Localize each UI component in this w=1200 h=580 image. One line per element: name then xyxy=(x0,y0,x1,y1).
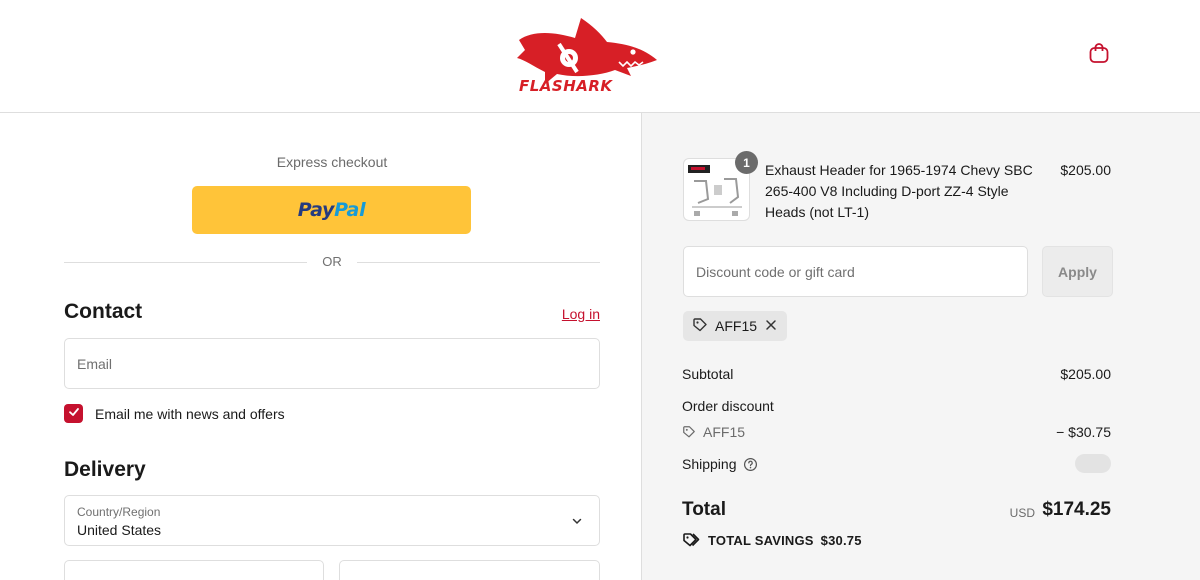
subtotal-value: $205.00 xyxy=(1060,366,1111,382)
total-label: Total xyxy=(682,499,726,520)
subtotal-label: Subtotal xyxy=(682,366,734,382)
email-placeholder: Email xyxy=(77,356,113,372)
applied-discount-chip: AFF15 xyxy=(683,311,788,341)
country-label: Country/Region xyxy=(77,505,161,519)
discount-placeholder: Discount code or gift card xyxy=(696,264,855,280)
total-currency: USD xyxy=(1009,506,1035,520)
quantity-badge: 1 xyxy=(735,151,758,174)
discount-value: − $30.75 xyxy=(1056,424,1111,440)
discount-code-label: AFF15 xyxy=(703,424,746,440)
total-savings: TOTAL SAVINGS $30.75 xyxy=(682,532,862,548)
product-price: $205.00 xyxy=(1060,162,1111,178)
contact-heading: Contact xyxy=(64,300,143,323)
savings-tag-icon xyxy=(682,532,700,548)
shopping-bag-icon xyxy=(1088,42,1110,69)
shipping-row: Shipping xyxy=(682,456,758,472)
product-title: Exhaust Header for 1965-1974 Chevy SBC 2… xyxy=(765,162,1033,220)
newsletter-label: Email me with news and offers xyxy=(95,405,285,422)
newsletter-checkbox[interactable] xyxy=(64,404,83,423)
savings-label: TOTAL SAVINGS xyxy=(708,532,814,548)
express-checkout-label: Express checkout xyxy=(276,154,388,170)
total-value: $174.25 xyxy=(1042,499,1111,520)
email-field[interactable]: Email xyxy=(64,338,600,389)
applied-code: AFF15 xyxy=(715,318,758,334)
checkmark-icon xyxy=(68,405,80,423)
cart-button[interactable] xyxy=(1086,42,1112,68)
site-header: FLASHARK xyxy=(0,0,1200,113)
order-summary: 1 Exhaust Header for 1965-1974 Chevy SBC… xyxy=(641,113,1200,580)
or-divider: OR xyxy=(64,253,600,271)
delivery-heading: Delivery xyxy=(64,458,146,481)
shipping-label: Shipping xyxy=(682,456,737,472)
discount-code-row: AFF15 xyxy=(682,424,745,440)
checkout-form-column: Express checkout PayPal OR Contact Log i… xyxy=(0,113,641,580)
remove-discount-close-icon[interactable] xyxy=(765,318,777,334)
help-circle-icon[interactable] xyxy=(743,457,758,472)
last-name-field[interactable] xyxy=(339,560,600,580)
paypal-logo: PayPal xyxy=(297,199,366,221)
country-value: United States xyxy=(77,522,162,538)
tag-icon xyxy=(682,425,696,439)
discount-code-input[interactable]: Discount code or gift card xyxy=(683,246,1028,297)
brand-wordmark: FLASHARK xyxy=(519,77,613,94)
flashark-logo[interactable]: FLASHARK xyxy=(515,14,661,95)
paypal-button[interactable]: PayPal xyxy=(192,186,471,234)
newsletter-option: Email me with news and offers xyxy=(64,404,285,423)
savings-value: $30.75 xyxy=(820,532,862,548)
order-discount-label: Order discount xyxy=(682,398,774,414)
login-link[interactable]: Log in xyxy=(562,306,600,322)
shipping-value-placeholder xyxy=(1075,454,1111,473)
chevron-down-icon xyxy=(571,514,583,532)
first-name-field[interactable] xyxy=(64,560,324,580)
tag-icon xyxy=(692,317,708,336)
country-select[interactable]: Country/Region United States xyxy=(64,495,600,546)
apply-discount-button[interactable]: Apply xyxy=(1042,246,1113,297)
